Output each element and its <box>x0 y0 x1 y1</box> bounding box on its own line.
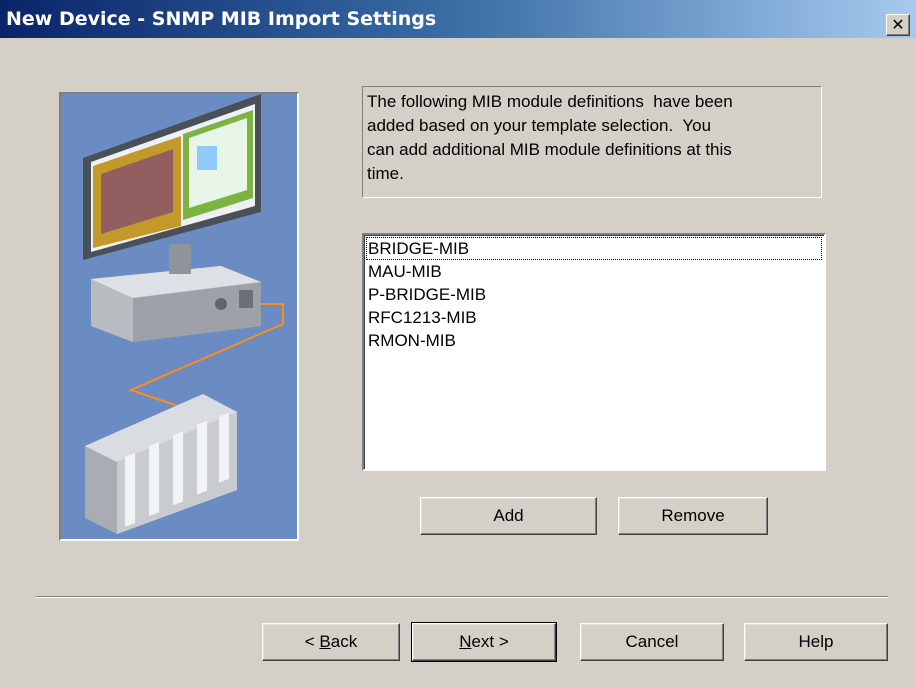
computer-plc-illustration-icon <box>83 94 284 534</box>
remove-button[interactable]: Remove <box>618 497 768 535</box>
close-button[interactable]: ✕ <box>886 14 910 36</box>
next-button[interactable]: Next > <box>411 622 557 662</box>
list-item[interactable]: P-BRIDGE-MIB <box>366 283 822 306</box>
add-button-label: Add <box>493 506 524 525</box>
mib-module-list[interactable]: BRIDGE-MIB MAU-MIB P-BRIDGE-MIB RFC1213-MIB… <box>362 233 826 471</box>
list-item[interactable]: RMON-MIB <box>366 329 822 352</box>
title-bar: New Device - SNMP MIB Import Settings ✕ <box>0 0 916 38</box>
back-prefix: < <box>304 632 320 651</box>
close-icon: ✕ <box>891 15 905 34</box>
back-label-rest: ack <box>330 632 358 651</box>
window-title: New Device - SNMP MIB Import Settings <box>6 8 437 30</box>
help-button[interactable]: Help <box>744 623 888 661</box>
remove-button-label: Remove <box>661 506 725 525</box>
list-item[interactable]: BRIDGE-MIB <box>366 237 822 260</box>
add-button[interactable]: Add <box>420 497 597 535</box>
button-separator <box>36 596 888 598</box>
list-item[interactable]: RFC1213-MIB <box>366 306 822 329</box>
next-accelerator: N <box>459 632 472 651</box>
info-text: The following MIB module definitions hav… <box>362 86 822 198</box>
help-button-label: Help <box>798 632 834 651</box>
back-accelerator: B <box>319 632 331 651</box>
list-item[interactable]: MAU-MIB <box>366 260 822 283</box>
next-label-rest: ext > <box>471 632 509 651</box>
cancel-button-label: Cancel <box>625 632 679 651</box>
back-button[interactable]: < Back <box>262 623 400 661</box>
cancel-button[interactable]: Cancel <box>580 623 724 661</box>
wizard-illustration <box>59 92 299 541</box>
